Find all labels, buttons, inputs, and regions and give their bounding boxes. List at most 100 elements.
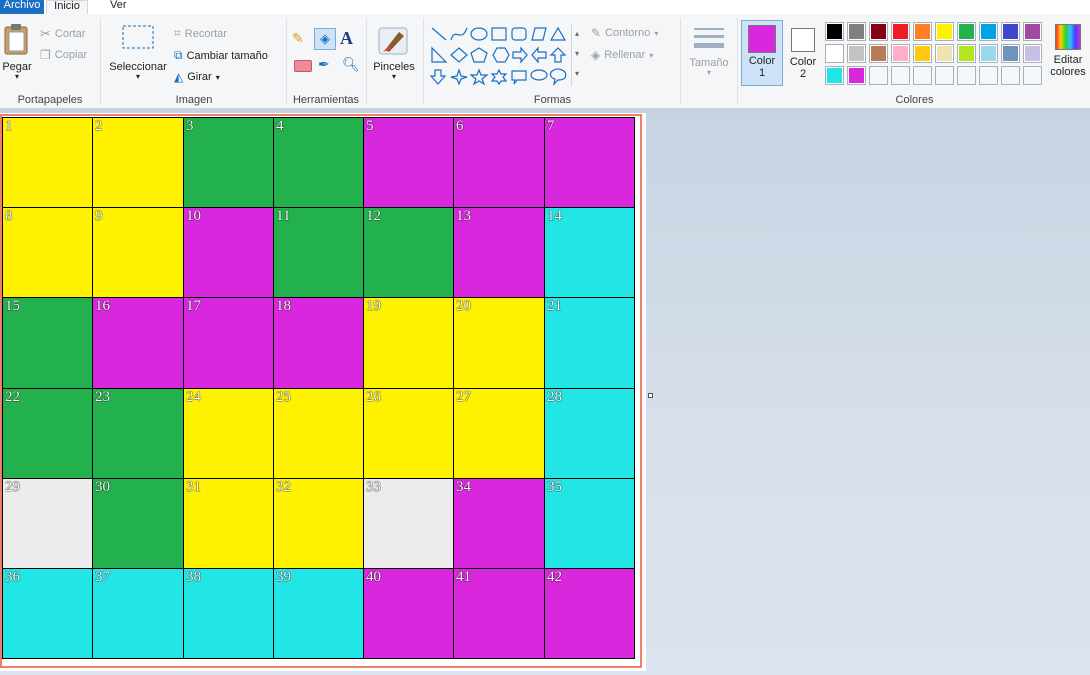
palette-swatch[interactable]: [825, 66, 844, 85]
ribbon: Pegar ▾ ✂ Cortar ❐ Copiar Portapapeles S…: [0, 14, 1090, 109]
brushes-button[interactable]: Pinceles ▾: [368, 24, 420, 81]
palette-empty-slot[interactable]: [1001, 66, 1020, 85]
clipboard-icon: [4, 24, 28, 55]
grid-cell: 17: [183, 297, 274, 389]
palette-swatch[interactable]: [825, 44, 844, 63]
grid-cell: 10: [183, 207, 274, 298]
paste-button[interactable]: Pegar ▾: [0, 22, 34, 81]
brush-icon: [378, 27, 408, 55]
edit-colors-label-line1: Editar: [1053, 54, 1083, 66]
grid-cell: 34: [453, 478, 545, 569]
shapes-gallery[interactable]: [429, 24, 579, 86]
group-divider: [423, 18, 424, 104]
grid-cell: 11: [273, 207, 364, 298]
tab-view[interactable]: Ver: [104, 0, 133, 14]
copy-button[interactable]: ❐ Copiar: [40, 48, 87, 62]
text-tool-icon[interactable]: A: [340, 28, 360, 48]
palette-swatch[interactable]: [957, 22, 976, 41]
size-group: Tamaño ▾: [682, 16, 736, 108]
palette-swatch[interactable]: [913, 44, 932, 63]
group-divider: [680, 18, 681, 104]
magnifier-icon[interactable]: 🔍︎: [342, 56, 362, 76]
size-button[interactable]: Tamaño ▾: [682, 24, 736, 77]
palette-empty-slot[interactable]: [1023, 66, 1042, 85]
palette-empty-slot[interactable]: [869, 66, 888, 85]
rotate-button[interactable]: ◭ Girar ▾: [174, 70, 220, 84]
grid-cell: 27: [453, 388, 545, 479]
tab-home[interactable]: Inicio: [46, 0, 88, 15]
rounded-rectangle-shape-icon: [511, 27, 527, 41]
grid-cell: 40: [363, 568, 454, 659]
palette-swatch[interactable]: [979, 44, 998, 63]
color2-label-line1: Color: [789, 56, 817, 68]
palette-swatch[interactable]: [891, 44, 910, 63]
fill-button[interactable]: ◈ Rellenar ▾: [591, 48, 653, 62]
color-spectrum-icon: [1055, 24, 1081, 50]
line-shape-icon: [431, 27, 447, 41]
grid-cell: 42: [544, 568, 635, 659]
eraser-icon[interactable]: [294, 60, 312, 72]
palette-swatch[interactable]: [1023, 44, 1042, 63]
grid-cell: 24: [183, 388, 274, 479]
canvas-resize-handle[interactable]: [648, 393, 653, 398]
resize-button[interactable]: ⧉ Cambiar tamaño: [174, 48, 268, 63]
grid-cell: 5: [363, 117, 454, 208]
image-group-label: Imagen: [175, 94, 213, 106]
palette-swatch[interactable]: [935, 22, 954, 41]
palette-swatch[interactable]: [825, 22, 844, 41]
cut-button[interactable]: ✂ Cortar: [40, 26, 85, 42]
right-triangle-shape-icon: [431, 46, 448, 63]
palette-swatch[interactable]: [891, 22, 910, 41]
ribbon-tab-bar: Archivo Inicio Ver: [0, 0, 1090, 15]
palette-swatch[interactable]: [935, 44, 954, 63]
palette-empty-slot[interactable]: [979, 66, 998, 85]
rotate-icon: ◭: [174, 70, 184, 84]
palette-swatch[interactable]: [913, 22, 932, 41]
outline-button[interactable]: ✎ Contorno ▾: [591, 26, 658, 40]
palette-empty-slot[interactable]: [913, 66, 932, 85]
color-picker-icon[interactable]: ✒: [318, 56, 338, 76]
copy-label: Copiar: [54, 49, 88, 61]
grid-cell: 9: [92, 207, 184, 298]
shapes-scroll[interactable]: ▴ ▾ ▾: [571, 24, 582, 86]
palette-swatch[interactable]: [1001, 44, 1020, 63]
image-group: Seleccionar ▾ ⌗ Recortar ⧉ Cambiar tamañ…: [102, 16, 286, 108]
palette-swatch[interactable]: [847, 22, 866, 41]
crop-button[interactable]: ⌗ Recortar: [174, 26, 227, 41]
palette-swatch[interactable]: [1023, 22, 1042, 41]
cut-label: Cortar: [54, 28, 86, 40]
palette-swatch[interactable]: [869, 44, 888, 63]
grid-cell: 31: [183, 478, 274, 569]
selection-rectangle-icon: [122, 25, 154, 49]
grid-cell: 14: [544, 207, 635, 298]
color1-button[interactable]: Color 1: [741, 20, 783, 86]
palette-swatch[interactable]: [1001, 22, 1020, 41]
grid-cell: 39: [273, 568, 364, 659]
palette-empty-slot[interactable]: [957, 66, 976, 85]
edit-colors-button[interactable]: Editar colores: [1047, 20, 1089, 86]
palette-swatch[interactable]: [979, 22, 998, 41]
fill-bucket-icon[interactable]: ◈: [314, 28, 336, 50]
palette-empty-slot[interactable]: [935, 66, 954, 85]
palette-swatch[interactable]: [869, 22, 888, 41]
grid-cell: 16: [92, 297, 184, 389]
grid-cell: 15: [2, 297, 93, 389]
tab-file[interactable]: Archivo: [0, 0, 44, 14]
rotate-label: Girar: [187, 71, 212, 83]
polygon-shape-icon: [531, 27, 547, 41]
outline-icon: ✎: [591, 26, 602, 40]
chevron-down-icon: ▾: [654, 28, 659, 38]
palette-swatch[interactable]: [847, 44, 866, 63]
grid-cell: 28: [544, 388, 635, 479]
group-divider: [737, 18, 738, 104]
diamond-shape-icon: [450, 47, 468, 63]
color2-button[interactable]: Color 2: [785, 20, 821, 86]
palette-swatch[interactable]: [957, 44, 976, 63]
pencil-icon[interactable]: ✎: [292, 30, 312, 50]
select-button[interactable]: Seleccionar ▾: [106, 24, 170, 81]
palette-swatch[interactable]: [847, 66, 866, 85]
palette-empty-slot[interactable]: [891, 66, 910, 85]
grid-cell: 22: [2, 388, 93, 479]
clipboard-group: Pegar ▾ ✂ Cortar ❐ Copiar Portapapeles: [0, 16, 100, 108]
hexagon-shape-icon: [492, 47, 510, 63]
